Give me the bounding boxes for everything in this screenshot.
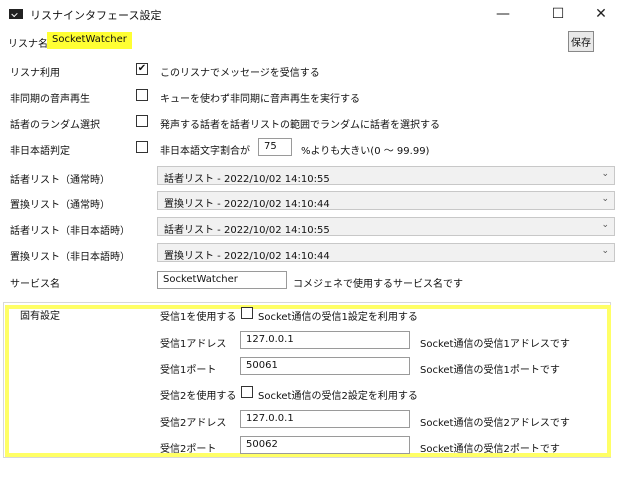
service-name-input[interactable]: SocketWatcher	[157, 271, 287, 289]
non-japanese-label: 非日本語判定	[10, 146, 70, 157]
specific-settings-title: 固有設定	[20, 311, 60, 322]
chevron-down-icon: ⌄	[601, 220, 609, 230]
async-voice-checkbox[interactable]	[136, 89, 148, 101]
use-listener-label: リスナ利用	[10, 68, 60, 79]
recv2-port-input[interactable]: 50062	[240, 436, 410, 454]
select-value: 置換リスト - 2022/10/02 14:10:44	[164, 251, 330, 262]
listener-name-value: SocketWatcher	[47, 32, 132, 49]
random-speaker-label: 話者のランダム選択	[10, 120, 100, 131]
recv2-addr-input[interactable]: 127.0.0.1	[240, 410, 410, 428]
window-title: リスナインタフェース設定	[30, 9, 162, 22]
select-value: 置換リスト - 2022/10/02 14:10:44	[164, 199, 330, 210]
recv1-addr-label: 受信1アドレス	[160, 339, 227, 350]
select-value: 話者リスト - 2022/10/02 14:10:55	[164, 225, 330, 236]
replace-list-normal-select[interactable]: 置換リスト - 2022/10/02 14:10:44 ⌄	[157, 191, 615, 210]
listener-name-label: リスナ名	[8, 39, 48, 50]
maximize-icon[interactable]: ☐	[535, 0, 581, 28]
use-listener-desc: このリスナでメッセージを受信する	[160, 68, 320, 79]
recv1-addr-desc: Socket通信の受信1アドレスです	[420, 339, 570, 350]
service-name-label: サービス名	[10, 279, 60, 290]
non-japanese-desc-suffix: %よりも大きい(0 ～ 99.99)	[301, 146, 430, 157]
recv2-port-label: 受信2ポート	[160, 444, 217, 455]
recv2-port-desc: Socket通信の受信2ポートです	[420, 444, 560, 455]
highlight-frame	[5, 305, 611, 457]
random-speaker-checkbox[interactable]	[136, 115, 148, 127]
async-voice-desc: キューを使わず非同期に音声再生を実行する	[160, 94, 360, 105]
use-listener-checkbox[interactable]: ✔	[136, 63, 148, 75]
speaker-list-normal-label: 話者リスト（通常時）	[10, 175, 110, 186]
non-japanese-checkbox[interactable]	[136, 141, 148, 153]
recv1-use-checkbox[interactable]	[241, 307, 253, 319]
recv1-addr-input[interactable]: 127.0.0.1	[240, 331, 410, 349]
recv1-port-input[interactable]: 50061	[240, 357, 410, 375]
speaker-list-normal-select[interactable]: 話者リスト - 2022/10/02 14:10:55 ⌄	[157, 166, 615, 185]
non-japanese-desc-prefix: 非日本語文字割合が	[160, 146, 250, 157]
chevron-down-icon: ⌄	[601, 246, 609, 256]
close-icon[interactable]: ✕	[578, 0, 620, 28]
random-speaker-desc: 発声する話者を話者リストの範囲でランダムに話者を選択する	[160, 120, 440, 131]
recv1-port-label: 受信1ポート	[160, 365, 217, 376]
select-value: 話者リスト - 2022/10/02 14:10:55	[164, 174, 330, 185]
recv2-use-checkbox[interactable]	[241, 386, 253, 398]
recv1-port-desc: Socket通信の受信1ポートです	[420, 365, 560, 376]
recv1-use-desc: Socket通信の受信1設定を利用する	[258, 312, 418, 323]
non-japanese-ratio-input[interactable]: 75	[258, 138, 292, 156]
chevron-down-icon: ⌄	[601, 169, 609, 179]
recv1-use-label: 受信1を使用する	[160, 312, 237, 323]
chevron-down-icon: ⌄	[601, 194, 609, 204]
speaker-list-nonjp-label: 話者リスト（非日本語時）	[10, 226, 130, 237]
save-button[interactable]: 保存	[568, 31, 594, 52]
title-bar: リスナインタフェース設定 — ☐ ✕	[0, 0, 620, 28]
replace-list-nonjp-label: 置換リスト（非日本語時）	[10, 252, 130, 263]
replace-list-normal-label: 置換リスト（通常時）	[10, 200, 110, 211]
service-name-desc: コメジェネで使用するサービス名です	[293, 279, 463, 290]
app-icon	[9, 9, 23, 19]
async-voice-label: 非同期の音声再生	[10, 94, 90, 105]
speaker-list-nonjp-select[interactable]: 話者リスト - 2022/10/02 14:10:55 ⌄	[157, 217, 615, 236]
recv2-addr-desc: Socket通信の受信2アドレスです	[420, 418, 570, 429]
recv2-use-desc: Socket通信の受信2設定を利用する	[258, 391, 418, 402]
replace-list-nonjp-select[interactable]: 置換リスト - 2022/10/02 14:10:44 ⌄	[157, 243, 615, 262]
recv2-use-label: 受信2を使用する	[160, 391, 237, 402]
recv2-addr-label: 受信2アドレス	[160, 418, 227, 429]
minimize-icon[interactable]: —	[480, 0, 526, 28]
